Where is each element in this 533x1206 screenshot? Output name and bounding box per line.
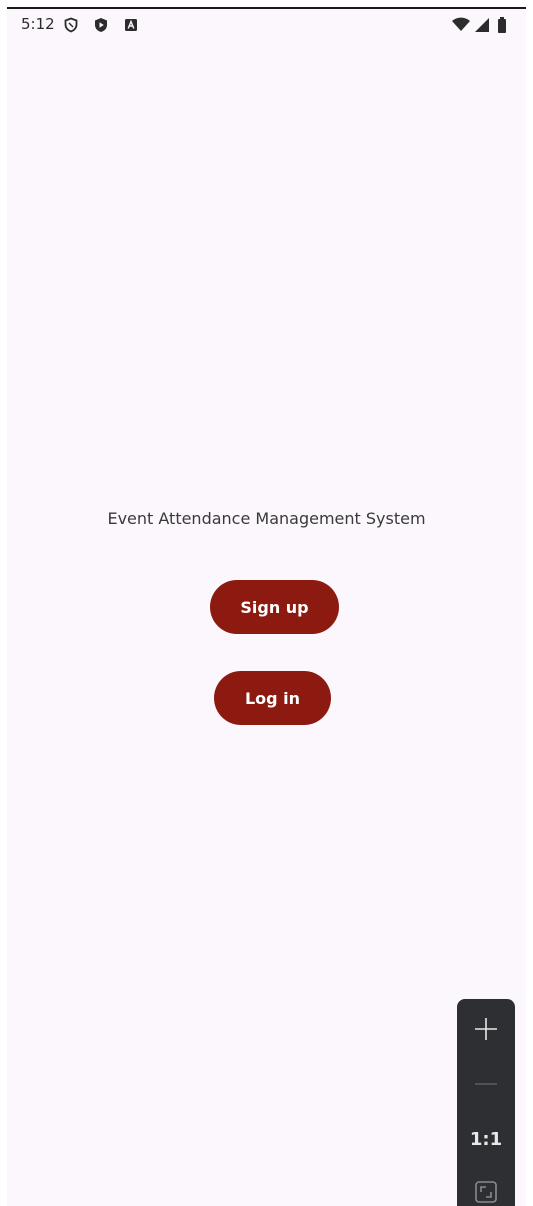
zoom-in-button[interactable] — [457, 1004, 515, 1054]
fit-icon — [475, 1181, 497, 1203]
actual-size-button[interactable]: 1:1 — [457, 1114, 515, 1164]
fit-screen-button[interactable] — [457, 1167, 515, 1206]
plus-icon — [475, 1018, 497, 1040]
keyboard-a-icon — [123, 17, 139, 33]
emulator-zoom-toolbar: 1:1 — [457, 999, 515, 1206]
app-screen: 5:12 Event Attendance Management System … — [7, 7, 526, 1206]
shield-icon — [63, 17, 79, 33]
status-time: 5:12 — [21, 15, 55, 33]
battery-icon — [497, 17, 507, 33]
wifi-icon — [451, 17, 471, 33]
minus-icon — [475, 1083, 497, 1085]
signal-icon — [474, 17, 490, 33]
app-title: Event Attendance Management System — [107, 509, 426, 528]
one-to-one-label: 1:1 — [469, 1128, 503, 1150]
log-in-button[interactable]: Log in — [214, 671, 331, 725]
sign-up-button[interactable]: Sign up — [210, 580, 339, 634]
status-bar: 5:12 — [7, 9, 526, 43]
play-protect-icon — [93, 17, 109, 33]
zoom-out-button[interactable] — [457, 1059, 515, 1109]
